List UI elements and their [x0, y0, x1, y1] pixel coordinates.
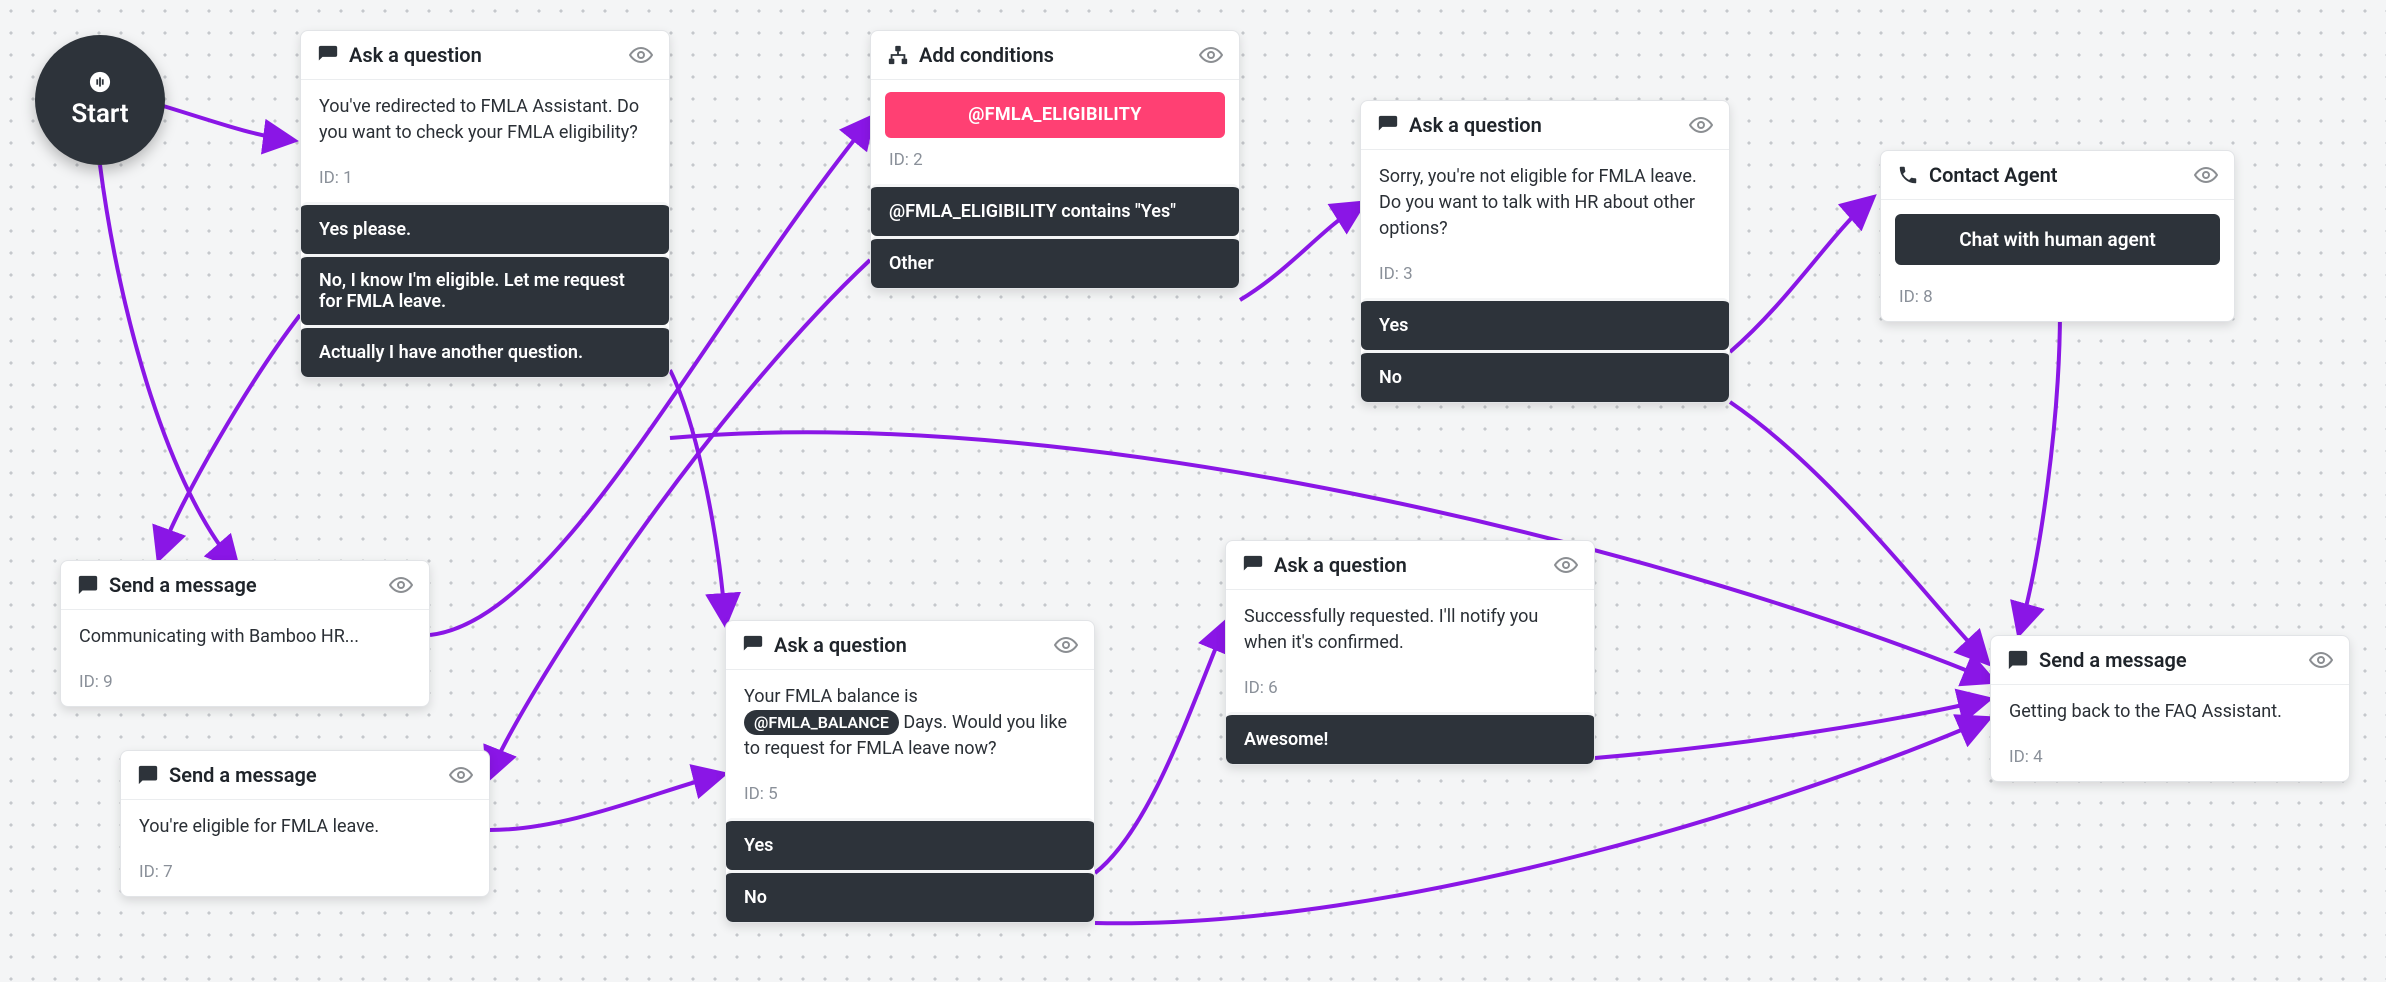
option-other[interactable]: Other	[871, 236, 1239, 288]
option-no[interactable]: No	[1361, 350, 1729, 402]
option-yes[interactable]: Yes	[726, 818, 1094, 870]
node-id: ID: 1	[301, 160, 669, 202]
start-icon	[89, 71, 111, 93]
node-body: You're eligible for FMLA leave.	[121, 800, 489, 854]
node-send-message-9[interactable]: Send a message Communicating with Bamboo…	[60, 560, 430, 707]
node-title: Send a message	[169, 763, 317, 787]
node-id: ID: 4	[1991, 739, 2349, 781]
message-icon	[2007, 649, 2029, 671]
node-ask-question-1[interactable]: Ask a question You've redirected to FMLA…	[300, 30, 670, 378]
node-contact-agent[interactable]: Contact Agent Chat with human agent ID: …	[1880, 150, 2235, 322]
node-title: Ask a question	[774, 633, 907, 657]
message-icon	[137, 764, 159, 786]
option-yes-please[interactable]: Yes please.	[301, 202, 669, 254]
node-title: Ask a question	[1409, 113, 1542, 137]
node-title: Send a message	[109, 573, 257, 597]
node-title: Contact Agent	[1929, 163, 2058, 187]
node-title: Add conditions	[919, 43, 1054, 67]
visibility-icon[interactable]	[2309, 648, 2333, 672]
option-another-question[interactable]: Actually I have another question.	[301, 325, 669, 377]
visibility-icon[interactable]	[629, 43, 653, 67]
option-awesome[interactable]: Awesome!	[1226, 712, 1594, 764]
visibility-icon[interactable]	[1054, 633, 1078, 657]
node-title: Send a message	[2039, 648, 2187, 672]
visibility-icon[interactable]	[449, 763, 473, 787]
chat-human-agent-button[interactable]: Chat with human agent	[1895, 214, 2220, 265]
node-body: Sorry, you're not eligible for FMLA leav…	[1361, 150, 1729, 256]
node-id: ID: 6	[1226, 670, 1594, 712]
question-icon	[317, 44, 339, 66]
node-body: Your FMLA balance is @FMLA_BALANCE Days.…	[726, 670, 1094, 776]
start-node[interactable]: Start	[35, 35, 165, 165]
node-ask-question-6[interactable]: Ask a question Successfully requested. I…	[1225, 540, 1595, 765]
start-label: Start	[71, 99, 128, 129]
agent-icon	[1897, 164, 1919, 186]
node-id: ID: 7	[121, 854, 489, 896]
node-id: ID: 8	[1881, 279, 2234, 321]
node-send-message-7[interactable]: Send a message You're eligible for FMLA …	[120, 750, 490, 897]
node-body: Successfully requested. I'll notify you …	[1226, 590, 1594, 670]
visibility-icon[interactable]	[2194, 163, 2218, 187]
question-icon	[1242, 554, 1264, 576]
node-ask-question-3[interactable]: Ask a question Sorry, you're not eligibl…	[1360, 100, 1730, 403]
node-body: Communicating with Bamboo HR...	[61, 610, 429, 664]
node-title: Ask a question	[1274, 553, 1407, 577]
question-icon	[1377, 114, 1399, 136]
visibility-icon[interactable]	[389, 573, 413, 597]
conditions-icon	[887, 44, 909, 66]
node-id: ID: 5	[726, 776, 1094, 818]
node-body: You've redirected to FMLA Assistant. Do …	[301, 80, 669, 160]
node-id: ID: 9	[61, 664, 429, 706]
node-ask-question-5[interactable]: Ask a question Your FMLA balance is @FML…	[725, 620, 1095, 923]
node-body: Getting back to the FAQ Assistant.	[1991, 685, 2349, 739]
option-no[interactable]: No	[726, 870, 1094, 922]
node-title: Ask a question	[349, 43, 482, 67]
node-id: ID: 2	[871, 142, 1239, 184]
question-icon	[742, 634, 764, 656]
option-contains-yes[interactable]: @FMLA_ELIGIBILITY contains "Yes"	[871, 184, 1239, 236]
option-no-eligible[interactable]: No, I know I'm eligible. Let me request …	[301, 254, 669, 325]
node-send-message-4[interactable]: Send a message Getting back to the FAQ A…	[1990, 635, 2350, 782]
condition-variable-pill[interactable]: @FMLA_ELIGIBILITY	[885, 92, 1225, 138]
visibility-icon[interactable]	[1689, 113, 1713, 137]
node-id: ID: 3	[1361, 256, 1729, 298]
visibility-icon[interactable]	[1554, 553, 1578, 577]
message-icon	[77, 574, 99, 596]
option-yes[interactable]: Yes	[1361, 298, 1729, 350]
node-add-conditions[interactable]: Add conditions @FMLA_ELIGIBILITY ID: 2 @…	[870, 30, 1240, 289]
visibility-icon[interactable]	[1199, 43, 1223, 67]
variable-pill: @FMLA_BALANCE	[744, 710, 899, 735]
